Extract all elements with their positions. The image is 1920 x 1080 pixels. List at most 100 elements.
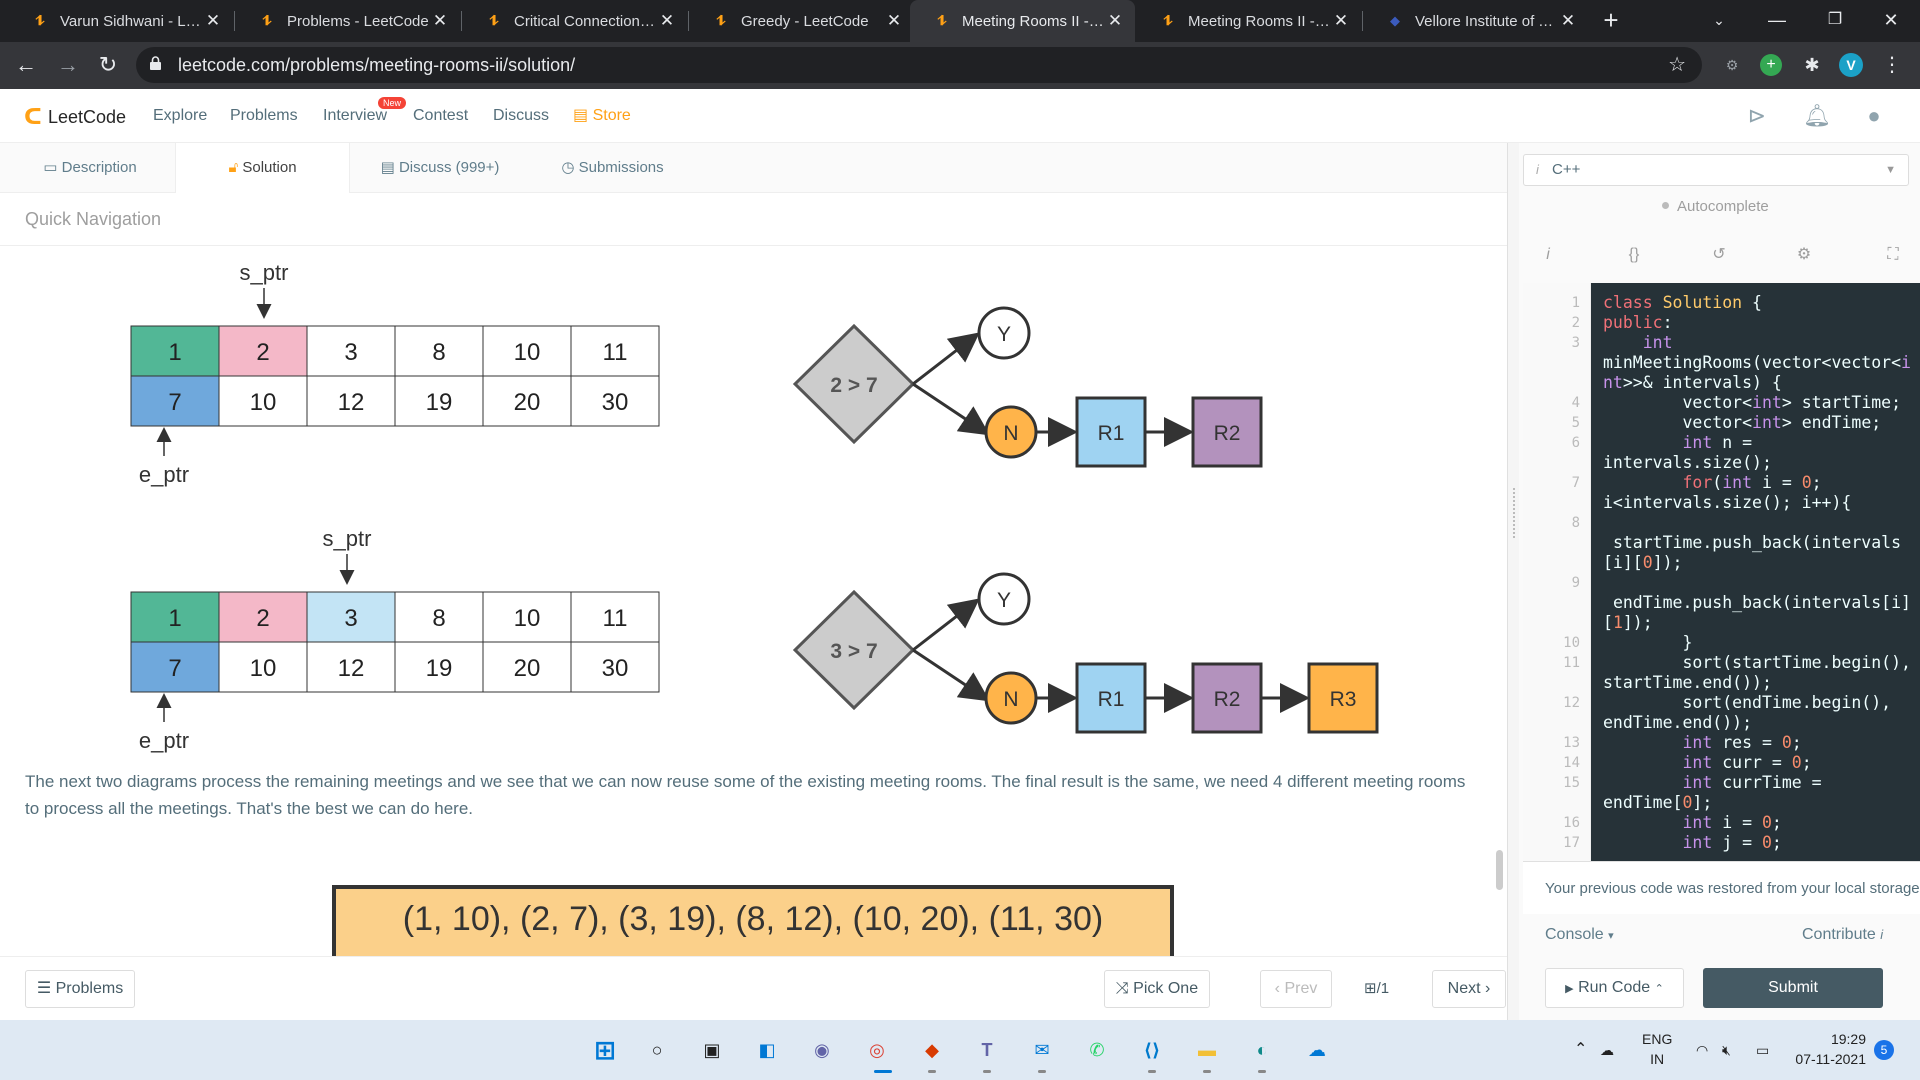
new-tab-button[interactable]: + bbox=[1596, 0, 1626, 42]
close-window-button[interactable]: ✕ bbox=[1862, 0, 1920, 42]
task-view-icon[interactable]: ▣ bbox=[695, 1033, 729, 1067]
line-number: 12 bbox=[1563, 695, 1580, 711]
chrome-icon[interactable]: ◎ bbox=[860, 1033, 894, 1067]
clock[interactable]: 19:29 07-11-2021 bbox=[1794, 1029, 1866, 1069]
app-indicator bbox=[1258, 1070, 1266, 1073]
search-icon[interactable]: ○ bbox=[640, 1033, 674, 1067]
start-value: 11 bbox=[603, 605, 628, 632]
wifi-icon[interactable]: ◠ bbox=[1696, 1020, 1708, 1080]
widgets-icon[interactable]: ◧ bbox=[750, 1033, 784, 1067]
close-tab-icon[interactable]: ✕ bbox=[657, 11, 677, 31]
notification-bell-icon[interactable]: 🔔︎ bbox=[1803, 102, 1831, 130]
edge-icon[interactable]: ◐ bbox=[1245, 1033, 1279, 1067]
whatsapp-icon[interactable]: ✆ bbox=[1080, 1033, 1114, 1067]
start-value: 8 bbox=[432, 605, 445, 632]
address-bar[interactable]: leetcode.com/problems/meeting-rooms-ii/s… bbox=[136, 47, 1702, 83]
app-indicator bbox=[983, 1070, 991, 1073]
grammar-extension-icon[interactable]: + bbox=[1760, 54, 1782, 76]
nav-interview[interactable]: Interview bbox=[323, 89, 387, 143]
autocomplete-toggle[interactable]: Autocomplete bbox=[1662, 198, 1769, 215]
close-tab-icon[interactable]: ✕ bbox=[884, 11, 904, 31]
nav-explore[interactable]: Explore bbox=[153, 89, 207, 143]
browser-tab[interactable]: ⥮ Meeting Rooms II - Si ✕ bbox=[1136, 0, 1361, 42]
tray-network-icon[interactable]: ☁ bbox=[1600, 1020, 1614, 1080]
bookmark-star-icon[interactable]: ☆ bbox=[1668, 47, 1686, 83]
contribute-link[interactable]: Contribute i bbox=[1802, 926, 1883, 944]
reload-icon[interactable]: ↻ bbox=[90, 42, 126, 89]
room-label: R3 bbox=[1330, 688, 1357, 711]
vscode-icon[interactable]: ⟨⟩ bbox=[1135, 1033, 1169, 1067]
restore-button[interactable]: ❐ bbox=[1806, 0, 1864, 42]
browser-tab[interactable]: ⥮ Varun Sidhwani - Leet ✕ bbox=[8, 0, 233, 42]
page-indicator[interactable]: ⊞/1 bbox=[1364, 970, 1389, 1008]
s-ptr-label: s_ptr bbox=[240, 260, 289, 285]
settings-gear-icon[interactable]: ⚙ bbox=[1791, 244, 1817, 266]
extension-icon[interactable]: ⚙ bbox=[1720, 53, 1744, 77]
browser-tab[interactable]: ⥮ Critical Connections in ✕ bbox=[462, 0, 687, 42]
nav-discuss[interactable]: Discuss bbox=[493, 89, 549, 143]
close-tab-icon[interactable]: ✕ bbox=[1105, 11, 1125, 31]
url-text: leetcode.com/problems/meeting-rooms-ii/s… bbox=[178, 55, 576, 75]
next-button[interactable]: Next › bbox=[1432, 970, 1506, 1008]
panel-resize-handle[interactable] bbox=[1507, 143, 1519, 1020]
reset-icon[interactable]: ↺ bbox=[1706, 244, 1732, 266]
mail-icon[interactable]: ✉ bbox=[1025, 1033, 1059, 1067]
teams-icon[interactable]: T bbox=[970, 1033, 1004, 1067]
quick-navigation[interactable]: Quick Navigation bbox=[0, 193, 1507, 246]
onedrive-icon[interactable]: ☁ bbox=[1300, 1033, 1334, 1067]
browser-tab[interactable]: ⥮ Problems - LeetCode ✕ bbox=[235, 0, 460, 42]
tab-description[interactable]: ▭ Description bbox=[40, 143, 140, 193]
submit-button[interactable]: Submit bbox=[1703, 968, 1883, 1008]
close-tab-icon[interactable]: ✕ bbox=[430, 11, 450, 31]
office-icon[interactable]: ◆ bbox=[915, 1033, 949, 1067]
store-icon: ▤ bbox=[573, 107, 589, 124]
content-scrollbar[interactable] bbox=[1496, 850, 1503, 890]
language-select[interactable]: i C++ ▼ bbox=[1523, 154, 1909, 186]
format-braces-icon[interactable]: {} bbox=[1621, 244, 1647, 266]
battery-icon[interactable]: ▭ bbox=[1756, 1020, 1769, 1080]
volume-muted-icon[interactable]: 🔇︎ bbox=[1722, 1020, 1731, 1080]
code-editor[interactable]: class Solution { public: int minMeetingR… bbox=[1591, 283, 1920, 861]
browser-menu-icon[interactable]: ⋮ bbox=[1880, 53, 1904, 77]
tab-solution[interactable]: 🔓︎ Solution bbox=[175, 143, 350, 194]
run-code-button[interactable]: ▶ Run Code ⌃ bbox=[1545, 968, 1684, 1008]
leetcode-logo[interactable]: ᑕ LeetCode bbox=[24, 104, 126, 130]
line-number: 2 bbox=[1571, 315, 1580, 331]
grip-icon bbox=[1513, 488, 1515, 538]
chat-icon[interactable]: ◉ bbox=[805, 1033, 839, 1067]
nav-problems[interactable]: Problems bbox=[230, 89, 298, 143]
notification-count-badge[interactable]: 5 bbox=[1874, 1040, 1894, 1060]
line-number: 16 bbox=[1563, 815, 1580, 831]
discuss-icon: ▤ bbox=[380, 159, 395, 176]
tab-submissions[interactable]: ◷ Submissions bbox=[560, 143, 665, 193]
close-tab-icon[interactable]: ✕ bbox=[1558, 11, 1578, 31]
nav-store[interactable]: ▤ Store bbox=[573, 89, 631, 143]
fullscreen-icon[interactable]: ⛶ bbox=[1880, 244, 1906, 266]
nav-contest[interactable]: Contest bbox=[413, 89, 468, 143]
app-indicator bbox=[1038, 1070, 1046, 1073]
language-indicator[interactable]: ENG IN bbox=[1642, 1029, 1672, 1069]
back-icon[interactable]: ← bbox=[8, 42, 44, 89]
tray-overflow-icon[interactable]: ⌃ bbox=[1574, 1020, 1587, 1080]
windows-start-icon[interactable]: ⊞ bbox=[588, 1033, 622, 1067]
problems-list-button[interactable]: ☰ Problems bbox=[25, 970, 135, 1008]
prev-button[interactable]: ‹ Prev bbox=[1260, 970, 1332, 1008]
info-icon[interactable]: i bbox=[1535, 244, 1561, 266]
tab-search-icon[interactable]: ⌄ bbox=[1690, 0, 1748, 42]
close-tab-icon[interactable]: ✕ bbox=[1331, 11, 1351, 31]
file-explorer-icon[interactable]: ▬ bbox=[1190, 1033, 1224, 1067]
console-toggle[interactable]: Console ▾ bbox=[1545, 926, 1614, 944]
tab-discuss[interactable]: ▤ Discuss (999+) bbox=[375, 143, 505, 193]
browser-tab-strip: ⥮ Varun Sidhwani - Leet ✕ ⥮ Problems - Leet… bbox=[0, 0, 1920, 42]
minimize-button[interactable]: — bbox=[1748, 0, 1806, 42]
profile-avatar[interactable]: V bbox=[1839, 53, 1863, 77]
browser-tab-active[interactable]: ⥮ Meeting Rooms II - Le ✕ bbox=[910, 0, 1135, 42]
close-tab-icon[interactable]: ✕ bbox=[203, 11, 223, 31]
playground-icon[interactable]: ⊳ bbox=[1743, 102, 1771, 130]
forward-icon[interactable]: → bbox=[50, 42, 86, 89]
browser-tab[interactable]: ◆ Vellore Institute of Tec ✕ bbox=[1363, 0, 1588, 42]
browser-tab[interactable]: ⥮ Greedy - LeetCode ✕ bbox=[689, 0, 914, 42]
user-avatar-icon[interactable]: ● bbox=[1860, 102, 1888, 130]
puzzle-extensions-icon[interactable]: ✱ bbox=[1800, 53, 1824, 77]
pick-one-button[interactable]: ⤨ Pick One bbox=[1104, 970, 1210, 1008]
